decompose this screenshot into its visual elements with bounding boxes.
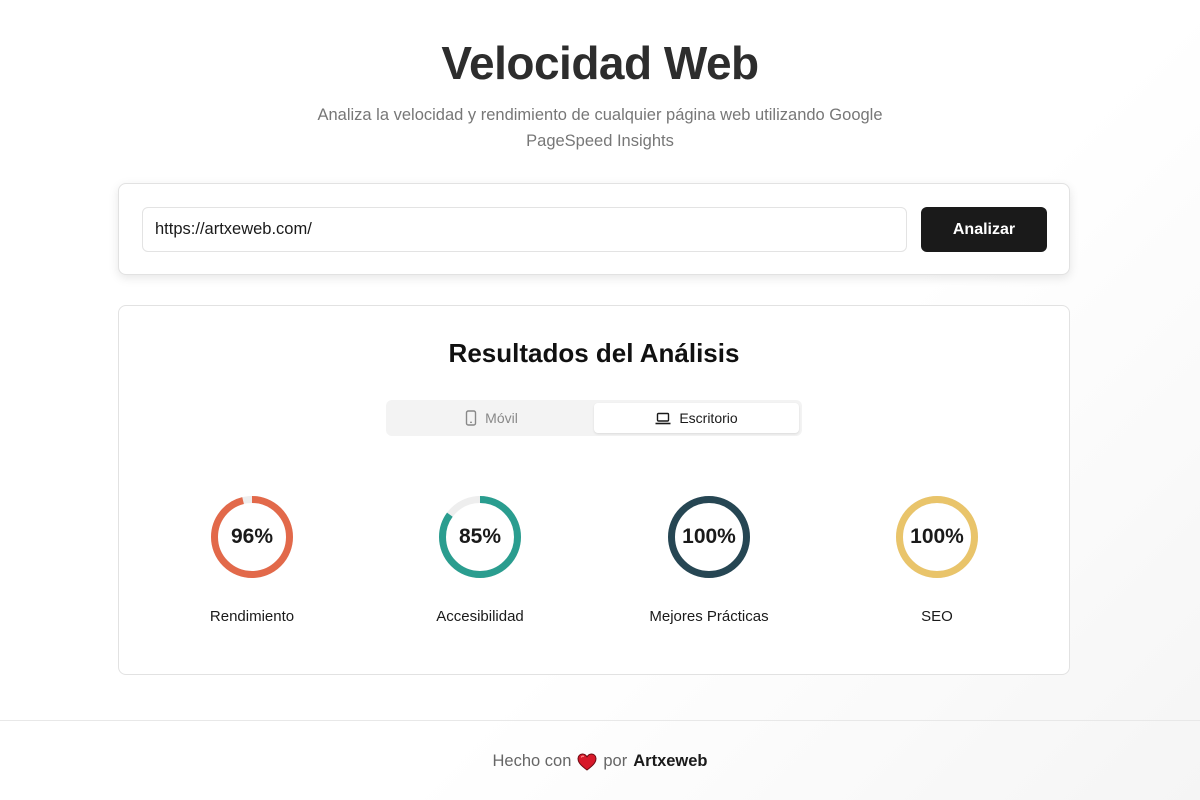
score-value: 85% [458,525,502,548]
results-card: Resultados del Análisis Móvil Escritorio [118,305,1070,675]
search-card: Analizar [118,183,1070,275]
metric-accessibility: 85% Accesibilidad [365,494,595,625]
score-value: 100% [682,525,736,548]
page-title: Velocidad Web [441,37,759,89]
analyze-button[interactable]: Analizar [921,207,1047,252]
device-tabs: Móvil Escritorio [386,400,802,436]
results-title: Resultados del Análisis [448,338,740,368]
metric-seo: 100% SEO [822,494,1052,625]
laptop-icon [655,412,671,425]
score-ring: 96% [209,494,295,580]
heart-icon [577,752,597,771]
footer: Hecho con por Artxeweb [0,752,1200,771]
footer-divider [0,720,1200,721]
score-ring: 100% [894,494,980,580]
score-ring: 85% [437,494,523,580]
tab-mobile-label: Móvil [485,410,518,426]
score-value: 96% [230,525,274,548]
metric-label: Mejores Prácticas [649,608,769,625]
url-input[interactable] [142,207,907,252]
tab-desktop[interactable]: Escritorio [594,403,799,433]
footer-prefix: Hecho con [492,752,572,770]
metric-performance: 96% Rendimiento [137,494,367,625]
smartphone-icon [465,410,477,426]
metric-label: SEO [921,608,953,625]
metric-label: Accesibilidad [436,608,524,625]
footer-brand-link[interactable]: Artxeweb [633,752,707,771]
metrics-row: 96% Rendimiento 85% Accesibilidad 100% M… [119,494,1069,634]
metric-best-practices: 100% Mejores Prácticas [594,494,824,625]
score-ring: 100% [666,494,752,580]
page-subtitle: Analiza la velocidad y rendimiento de cu… [317,106,883,150]
tab-mobile[interactable]: Móvil [389,403,594,433]
footer-middle: por [603,752,628,770]
metric-label: Rendimiento [209,608,295,625]
score-value: 100% [910,525,964,548]
tab-desktop-label: Escritorio [679,410,738,426]
